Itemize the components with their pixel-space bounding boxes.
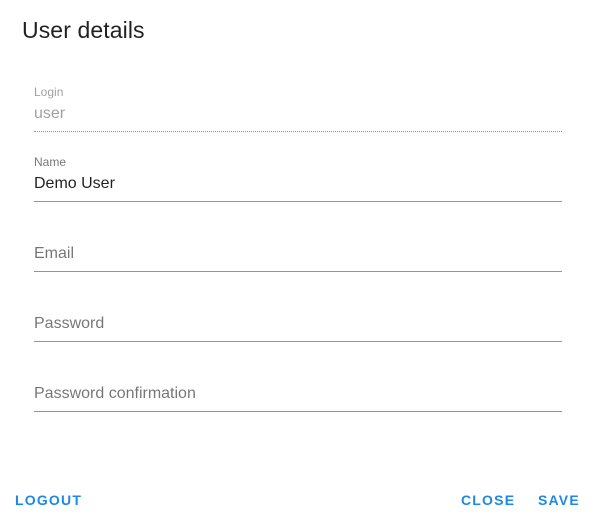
close-button[interactable]: CLOSE (461, 484, 515, 516)
dialog-title: User details (22, 17, 145, 43)
password-input[interactable] (34, 313, 562, 335)
password-confirmation-underline (34, 411, 562, 412)
login-input (34, 103, 562, 125)
name-underline (34, 201, 562, 202)
logout-button[interactable]: LOGOUT (15, 484, 82, 516)
password-confirmation-input[interactable] (34, 383, 562, 405)
login-label: Login (34, 85, 64, 99)
password-underline (34, 341, 562, 342)
email-underline (34, 271, 562, 272)
name-input[interactable] (34, 173, 562, 195)
user-details-dialog: User details Login Name Email Password P… (0, 0, 596, 525)
email-field: Email (34, 225, 562, 279)
name-field: Name (34, 155, 562, 209)
name-label: Name (34, 155, 67, 169)
email-input[interactable] (34, 243, 562, 265)
save-button[interactable]: SAVE (538, 484, 580, 516)
dialog-actions: LOGOUT CLOSE SAVE (0, 484, 596, 516)
login-field: Login (34, 85, 562, 139)
password-confirmation-field: Password confirmation (34, 365, 562, 419)
login-underline (34, 131, 562, 132)
password-field: Password (34, 295, 562, 349)
